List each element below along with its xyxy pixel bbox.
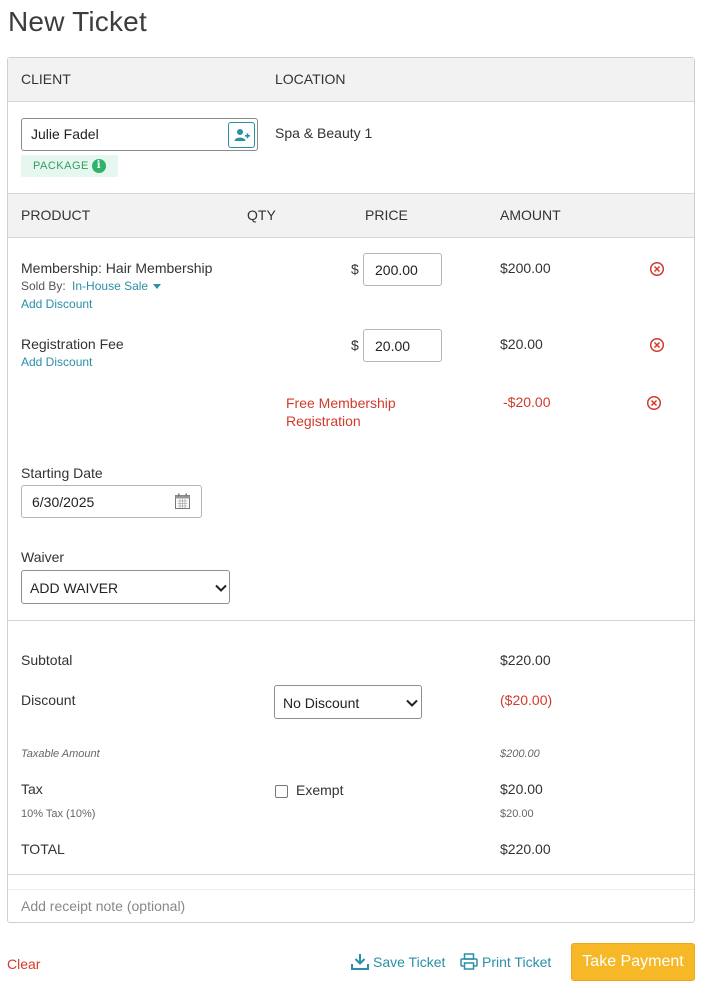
tax-detail-value: $20.00 (500, 808, 534, 820)
total-value: $220.00 (500, 841, 551, 857)
exempt-checkbox[interactable] (275, 785, 288, 798)
location-value: Spa & Beauty 1 (275, 125, 373, 141)
discount-value: ($20.00) (500, 692, 553, 708)
client-name: Julie Fadel (31, 126, 99, 142)
qty-column-header: QTY (247, 207, 276, 223)
remove-circle-icon[interactable] (649, 337, 665, 353)
chevron-down-icon (215, 584, 227, 592)
save-ticket-label: Save Ticket (373, 953, 446, 970)
product-column-header: PRODUCT (21, 207, 91, 223)
sold-by-row: Sold By: In-House Sale (21, 279, 162, 293)
remove-circle-icon[interactable] (646, 395, 662, 411)
discount-label: Discount (21, 692, 76, 708)
line-item-name: Membership: Hair Membership (21, 260, 213, 276)
taxable-amount-label: Taxable Amount (21, 748, 100, 760)
exempt-label: Exempt (296, 782, 344, 798)
take-payment-button[interactable]: Take Payment (571, 943, 695, 981)
discount-select[interactable]: No Discount (274, 685, 422, 719)
calendar-icon[interactable] (175, 493, 190, 509)
sold-by-dropdown[interactable]: In-House Sale (72, 279, 162, 293)
add-client-button[interactable] (228, 122, 255, 148)
section-divider (8, 620, 694, 621)
price-input[interactable]: 200.00 (363, 253, 442, 286)
caret-down-icon (153, 284, 162, 290)
print-ticket-button[interactable]: Print Ticket (460, 953, 551, 970)
products-header-band: PRODUCT QTY PRICE AMOUNT (8, 193, 694, 238)
subtotal-label: Subtotal (21, 652, 73, 668)
add-discount-link[interactable]: Add Discount (21, 297, 92, 311)
receipt-note-input[interactable]: Add receipt note (optional) (21, 898, 681, 918)
discount-line-amount: -$20.00 (503, 394, 551, 410)
starting-date-input[interactable]: 6/30/2025 (21, 485, 202, 518)
discount-line-name-2: Registration (286, 413, 361, 429)
currency-symbol: $ (351, 337, 359, 353)
discount-line-name: Free Membership Registration (286, 394, 396, 430)
line-item-name: Registration Fee (21, 336, 124, 352)
client-field[interactable]: Julie Fadel (21, 118, 258, 151)
location-column-header: LOCATION (275, 71, 346, 87)
client-column-header: CLIENT (21, 71, 71, 87)
price-column-header: PRICE (365, 207, 408, 223)
remove-circle-icon[interactable] (649, 261, 665, 277)
package-badge-label: PACKAGE (33, 160, 89, 172)
chevron-down-icon (406, 699, 418, 707)
page-title: New Ticket (8, 6, 147, 37)
starting-date-label: Starting Date (21, 465, 103, 481)
waiver-select[interactable]: ADD WAIVER (21, 570, 230, 604)
waiver-selected: ADD WAIVER (30, 580, 119, 596)
sold-by-value: In-House Sale (72, 279, 149, 293)
receipt-note-divider (8, 889, 694, 890)
save-ticket-button[interactable]: Save Ticket (351, 953, 445, 970)
client-header-band: CLIENT LOCATION (8, 58, 694, 102)
currency-symbol: $ (351, 261, 359, 277)
discount-selected: No Discount (283, 695, 360, 711)
waiver-label: Waiver (21, 549, 65, 565)
ticket-card: CLIENT LOCATION Julie Fadel Spa & Beauty… (7, 57, 695, 923)
section-divider (8, 874, 694, 875)
sold-by-label: Sold By: (21, 279, 66, 293)
tax-value: $20.00 (500, 781, 543, 797)
printer-icon (460, 953, 478, 970)
tax-detail-label: 10% Tax (10%) (21, 808, 96, 820)
starting-date-value: 6/30/2025 (32, 494, 95, 510)
line-item-amount: $20.00 (500, 336, 543, 352)
tax-label: Tax (21, 781, 43, 797)
add-user-icon (234, 129, 250, 141)
line-item-amount: $200.00 (500, 260, 551, 276)
price-input[interactable]: 20.00 (363, 329, 442, 362)
add-discount-link[interactable]: Add Discount (21, 355, 92, 369)
discount-line-name-1: Free Membership (286, 395, 396, 411)
download-icon (351, 954, 369, 970)
taxable-amount-value: $200.00 (500, 748, 540, 760)
amount-column-header: AMOUNT (500, 207, 561, 223)
total-label: TOTAL (21, 841, 65, 857)
info-icon[interactable]: i (91, 159, 106, 173)
subtotal-value: $220.00 (500, 652, 551, 668)
clear-button[interactable]: Clear (7, 956, 40, 972)
package-badge[interactable]: PACKAGE i (21, 155, 118, 177)
print-ticket-label: Print Ticket (482, 953, 552, 970)
